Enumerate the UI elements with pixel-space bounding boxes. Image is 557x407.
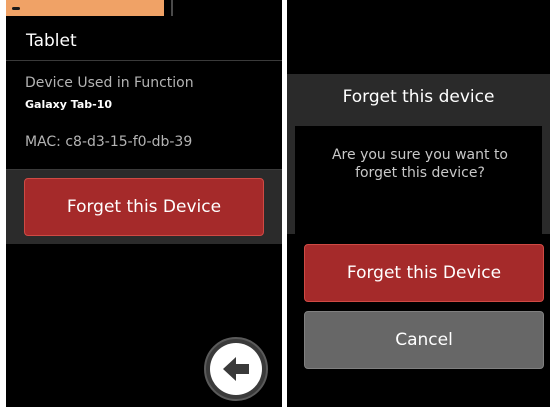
device-title: Tablet <box>26 31 77 51</box>
forget-device-button[interactable]: Forget this Device <box>24 178 264 236</box>
status-divider <box>171 0 173 16</box>
used-in-function-value: Galaxy Tab-10 <box>25 98 112 111</box>
dialog-title: Forget this device <box>342 87 495 107</box>
dialog-message-box: Are you sure you want to forget this dev… <box>295 126 542 234</box>
device-details-screen: Tablet Device Used in Function Galaxy Ta… <box>6 0 282 407</box>
status-strip <box>6 0 164 16</box>
back-button-face <box>210 343 262 395</box>
used-in-function-label: Device Used in Function <box>25 75 194 91</box>
back-button[interactable] <box>204 337 268 401</box>
dialog-header: Forget this device <box>287 80 550 120</box>
forget-band: Forget this Device <box>6 170 282 244</box>
status-indicator <box>12 7 20 10</box>
forget-confirm-screen: Forget this device Are you sure you want… <box>287 0 550 407</box>
device-info: Device Used in Function Galaxy Tab-10 MA… <box>6 61 282 170</box>
cancel-button[interactable]: Cancel <box>304 311 544 369</box>
mac-address: MAC: c8-d3-15-f0-db-39 <box>25 134 193 150</box>
device-header: Tablet <box>6 22 282 61</box>
arrow-left-icon <box>223 357 249 381</box>
confirm-forget-button[interactable]: Forget this Device <box>304 244 544 302</box>
dialog-message: Are you sure you want to forget this dev… <box>331 147 508 181</box>
